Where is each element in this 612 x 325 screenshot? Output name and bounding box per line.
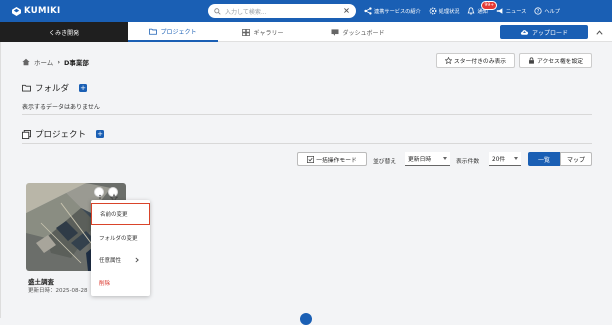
view-list-label: 一覧 bbox=[537, 156, 550, 164]
layers-icon bbox=[22, 129, 31, 139]
clear-search-icon[interactable] bbox=[343, 7, 350, 14]
news-label: ニュース bbox=[505, 8, 527, 15]
team-name: くみき開発 bbox=[48, 29, 80, 37]
menu-item-attribute-label: 任意属性 bbox=[99, 258, 122, 264]
count-value: 20件 bbox=[492, 157, 506, 163]
menu-item-move-folder[interactable]: フォルダの変更 bbox=[91, 227, 150, 249]
dashboard-icon bbox=[331, 28, 339, 36]
count-label: 表示件数 bbox=[456, 159, 480, 165]
upload-button[interactable]: アップロード bbox=[500, 25, 588, 39]
megaphone-icon bbox=[496, 8, 503, 14]
home-icon[interactable] bbox=[22, 58, 30, 66]
team-selector[interactable]: くみき開発 bbox=[0, 22, 128, 42]
grid-icon bbox=[242, 28, 251, 36]
breadcrumb-current: D事業部 bbox=[64, 59, 89, 67]
search-placeholder: 入力して検索... bbox=[225, 8, 267, 16]
starred-only-button[interactable]: スター付きのみ表示 bbox=[436, 53, 515, 68]
breadcrumb-separator: › bbox=[57, 58, 60, 66]
star-outline-icon bbox=[444, 57, 452, 64]
notification-badge: 99+ bbox=[481, 1, 497, 10]
tab-dashboard-label: ダッシュボード bbox=[342, 29, 385, 37]
services-label: 連携サービスの紹介 bbox=[374, 8, 421, 15]
header-nav: 連携サービスの紹介 処理状況 通知 99+ ニュース ? ヘルプ bbox=[364, 0, 560, 22]
scroll-indicator[interactable] bbox=[300, 313, 312, 325]
add-project-button[interactable]: + bbox=[96, 130, 105, 138]
breadcrumb-home[interactable]: ホーム bbox=[34, 57, 53, 67]
services-link[interactable]: 連携サービスの紹介 bbox=[364, 7, 421, 15]
top-header: KUMIKI 入力して検索... 連携サービスの紹介 処理状況 通知 99+ ニ… bbox=[0, 0, 612, 22]
caret-down-icon bbox=[443, 157, 447, 160]
app-logo-text: KUMIKI bbox=[24, 6, 61, 16]
context-menu: 名前の変更 フォルダの変更 任意属性 削除 bbox=[91, 200, 150, 296]
view-list-button[interactable]: 一覧 bbox=[528, 152, 560, 166]
lock-icon bbox=[529, 57, 534, 64]
starred-only-label: スター付きのみ表示 bbox=[453, 59, 507, 65]
app-logo[interactable]: KUMIKI bbox=[12, 6, 61, 16]
tab-dashboard[interactable]: ダッシュボード bbox=[308, 22, 408, 42]
menu-item-delete-label: 削除 bbox=[99, 281, 111, 287]
bulk-mode-button[interactable]: 一括操作モード bbox=[297, 152, 367, 166]
cloud-upload-icon bbox=[520, 30, 529, 35]
folders-section-title: フォルダ + bbox=[22, 82, 88, 94]
more-options-button[interactable] bbox=[94, 187, 104, 202]
status-label: 処理状況 bbox=[438, 8, 460, 15]
bell-icon bbox=[468, 7, 475, 15]
tab-gallery-label: ギャラリー bbox=[253, 29, 284, 37]
help-link[interactable]: ? ヘルプ bbox=[534, 7, 560, 15]
tab-project-label: プロジェクト bbox=[160, 28, 197, 36]
section-divider bbox=[22, 143, 592, 144]
menu-item-rename[interactable]: 名前の変更 bbox=[91, 203, 150, 225]
folders-title: フォルダ bbox=[35, 84, 70, 94]
tab-project[interactable]: プロジェクト bbox=[128, 22, 218, 42]
menu-item-move-folder-label: フォルダの変更 bbox=[99, 236, 138, 242]
gear-icon bbox=[429, 7, 437, 15]
projects-section-title: プロジェクト + bbox=[22, 128, 105, 140]
projects-title: プロジェクト bbox=[35, 130, 87, 140]
sort-select[interactable]: 更新日時 bbox=[405, 152, 450, 166]
folder-icon bbox=[149, 28, 158, 35]
section-divider bbox=[22, 114, 592, 115]
project-card-title: 盛土調査 bbox=[28, 278, 54, 286]
add-folder-button[interactable]: + bbox=[79, 84, 88, 92]
bulk-mode-label: 一括操作モード bbox=[316, 157, 357, 164]
share-icon bbox=[364, 7, 372, 15]
sort-value: 更新日時 bbox=[408, 157, 432, 163]
sort-label: 並び替え bbox=[373, 159, 397, 165]
chevron-up-icon[interactable] bbox=[595, 28, 604, 37]
checkbox-icon bbox=[307, 155, 315, 163]
view-map-button[interactable]: マップ bbox=[560, 152, 592, 166]
breadcrumb: ホーム › D事業部 bbox=[22, 57, 89, 67]
kumiki-logo-icon bbox=[12, 6, 21, 16]
view-map-label: マップ bbox=[566, 156, 585, 164]
folder-icon bbox=[22, 84, 31, 92]
access-settings-label: アクセス権を設定 bbox=[536, 59, 584, 65]
tab-gallery[interactable]: ギャラリー bbox=[218, 22, 308, 42]
access-settings-button[interactable]: アクセス権を設定 bbox=[519, 53, 592, 68]
help-icon: ? bbox=[534, 7, 542, 15]
count-select[interactable]: 20件 bbox=[489, 152, 521, 166]
news-link[interactable]: ニュース bbox=[496, 7, 527, 15]
chevron-right-icon bbox=[135, 257, 139, 263]
caret-down-icon bbox=[514, 157, 518, 160]
upload-label: アップロード bbox=[531, 29, 568, 37]
search-icon bbox=[214, 7, 221, 15]
menu-item-delete[interactable]: 削除 bbox=[91, 272, 150, 294]
page-left-border bbox=[0, 42, 1, 318]
help-label: ヘルプ bbox=[544, 8, 560, 15]
menu-item-rename-label: 名前の変更 bbox=[100, 212, 128, 218]
tab-bar: くみき開発 プロジェクト ギャラリー ダッシュボード アップロード bbox=[0, 22, 612, 42]
star-project-button[interactable] bbox=[108, 187, 119, 202]
menu-item-attribute[interactable]: 任意属性 bbox=[91, 249, 150, 271]
status-link[interactable]: 処理状況 bbox=[429, 7, 460, 15]
notifications-link[interactable]: 通知 99+ bbox=[467, 1, 497, 15]
search-input[interactable]: 入力して検索... bbox=[208, 4, 356, 18]
folders-empty-message: 表示するデータはありません bbox=[22, 104, 100, 111]
project-card-date: 更新日時：2025-08-28 bbox=[28, 288, 88, 294]
